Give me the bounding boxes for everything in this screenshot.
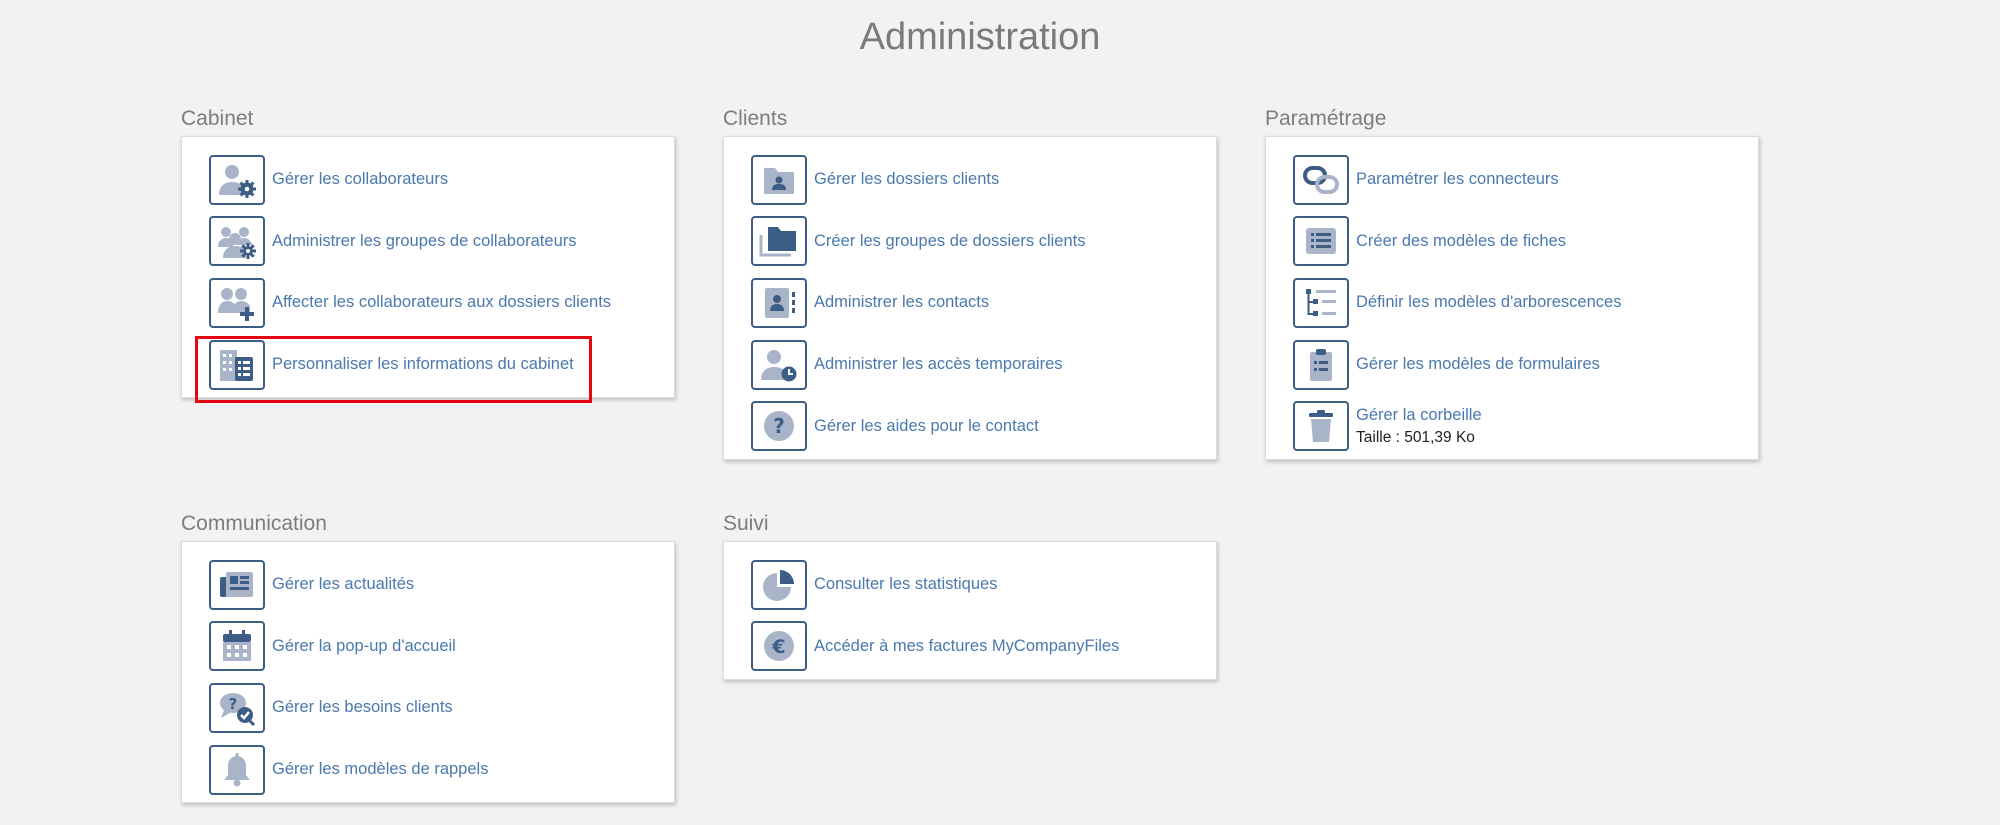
item-label: Gérer les dossiers clients bbox=[814, 170, 1000, 189]
svg-text:?: ? bbox=[229, 695, 238, 713]
card-communication: Gérer les actualités Gérer la pop-up d'a… bbox=[181, 541, 675, 804]
item-label: Gérer la corbeille bbox=[1356, 405, 1482, 424]
item-label: Administrer les groupes de collaborateur… bbox=[272, 231, 577, 250]
item-label: Gérer les collaborateurs bbox=[272, 170, 449, 189]
bell-icon bbox=[209, 744, 265, 795]
folders-icon bbox=[751, 216, 807, 267]
item-modeles-formulaires[interactable]: Gérer les modèles de formulaires bbox=[1293, 334, 1758, 396]
card-parametrage: Paramétrer les connecteurs Créer des mod… bbox=[1265, 136, 1759, 460]
clipboard-icon bbox=[1293, 339, 1349, 390]
users-gear-icon bbox=[209, 216, 265, 267]
section-cabinet: Cabinet Gérer les collaborateurs Adminis… bbox=[181, 106, 675, 403]
item-besoins-clients[interactable]: ? Gérer les besoins clients bbox=[209, 677, 674, 739]
newspaper-icon bbox=[209, 559, 265, 610]
item-label: Gérer les aides pour le contact bbox=[814, 416, 1039, 435]
item-label: Créer les groupes de dossiers clients bbox=[814, 231, 1086, 250]
svg-text:€: € bbox=[771, 636, 785, 658]
section-suivi: Suivi Consulter les statistiques € Accéd… bbox=[723, 511, 1217, 681]
user-clock-icon bbox=[751, 339, 807, 390]
list-card-icon bbox=[1293, 216, 1349, 267]
page-title: Administration bbox=[859, 16, 1101, 58]
item-label: Personnaliser les informations du cabine… bbox=[272, 355, 574, 374]
item-groupes-dossiers[interactable]: Créer les groupes de dossiers clients bbox=[751, 211, 1216, 273]
item-label: Créer des modèles de fiches bbox=[1356, 231, 1567, 250]
item-actualites[interactable]: Gérer les actualités bbox=[209, 554, 674, 616]
folder-user-icon bbox=[751, 154, 807, 205]
item-label: Gérer les modèles de formulaires bbox=[1356, 355, 1600, 374]
item-label: Administrer les contacts bbox=[814, 293, 990, 312]
item-label: Accéder à mes factures MyCompanyFiles bbox=[814, 636, 1120, 655]
item-label: Affecter les collaborateurs aux dossiers… bbox=[272, 293, 612, 312]
trash-icon bbox=[1293, 401, 1349, 452]
item-aides-contact[interactable]: ? Gérer les aides pour le contact bbox=[751, 395, 1216, 457]
item-label: Gérer les actualités bbox=[272, 575, 415, 594]
item-statistiques[interactable]: Consulter les statistiques bbox=[751, 554, 1216, 616]
question-circle-icon: ? bbox=[751, 401, 807, 452]
item-affecter-collaborateurs[interactable]: Affecter les collaborateurs aux dossiers… bbox=[209, 272, 674, 334]
item-label: Gérer les modèles de rappels bbox=[272, 760, 489, 779]
user-gear-icon bbox=[209, 154, 265, 205]
item-contacts[interactable]: Administrer les contacts bbox=[751, 272, 1216, 334]
item-modeles-arborescences[interactable]: Définir les modèles d'arborescences bbox=[1293, 272, 1758, 334]
section-clients: Clients Gérer les dossiers clients Créer… bbox=[723, 106, 1217, 460]
section-title-communication: Communication bbox=[181, 512, 327, 535]
trash-size-text: Taille : 501,39 Ko bbox=[1356, 428, 1475, 446]
item-popup-accueil[interactable]: Gérer la pop-up d'accueil bbox=[209, 616, 674, 678]
calendar-icon bbox=[209, 621, 265, 672]
item-corbeille[interactable]: Gérer la corbeille Taille : 501,39 Ko bbox=[1293, 395, 1758, 457]
item-label: Paramétrer les connecteurs bbox=[1356, 170, 1559, 189]
item-factures[interactable]: € Accéder à mes factures MyCompanyFiles bbox=[751, 616, 1216, 678]
euro-icon: € bbox=[751, 621, 807, 672]
users-plus-icon bbox=[209, 277, 265, 328]
item-groupes-collaborateurs[interactable]: Administrer les groupes de collaborateur… bbox=[209, 211, 674, 273]
section-communication: Communication Gérer les actualités Gérer… bbox=[181, 511, 675, 804]
pie-chart-icon bbox=[751, 559, 807, 610]
item-label: Consulter les statistiques bbox=[814, 575, 998, 594]
item-connecteurs[interactable]: Paramétrer les connecteurs bbox=[1293, 149, 1758, 211]
item-dossiers-clients[interactable]: Gérer les dossiers clients bbox=[751, 149, 1216, 211]
item-label: Gérer les besoins clients bbox=[272, 698, 453, 717]
item-label: Définir les modèles d'arborescences bbox=[1356, 293, 1622, 312]
item-label: Administrer les accès temporaires bbox=[814, 355, 1063, 374]
chat-question-icon: ? bbox=[209, 682, 265, 733]
building-list-icon bbox=[209, 339, 265, 390]
section-title-clients: Clients bbox=[723, 107, 788, 130]
item-acces-temporaires[interactable]: Administrer les accès temporaires bbox=[751, 334, 1216, 396]
card-suivi: Consulter les statistiques € Accéder à m… bbox=[723, 541, 1217, 681]
section-title-parametrage: Paramétrage bbox=[1265, 107, 1387, 130]
item-modeles-rappels[interactable]: Gérer les modèles de rappels bbox=[209, 739, 674, 801]
item-gerer-collaborateurs[interactable]: Gérer les collaborateurs bbox=[209, 149, 674, 211]
card-clients: Gérer les dossiers clients Créer les gro… bbox=[723, 136, 1217, 460]
section-title-cabinet: Cabinet bbox=[181, 107, 254, 130]
section-title-suivi: Suivi bbox=[723, 512, 769, 535]
section-parametrage: Paramétrage Paramétrer les connecteurs C… bbox=[1265, 106, 1759, 460]
svg-text:?: ? bbox=[773, 414, 785, 438]
link-icon bbox=[1293, 154, 1349, 205]
item-modeles-fiches[interactable]: Créer des modèles de fiches bbox=[1293, 211, 1758, 273]
item-personnaliser-cabinet[interactable]: Personnaliser les informations du cabine… bbox=[195, 334, 674, 403]
tree-list-icon bbox=[1293, 277, 1349, 328]
item-label: Gérer la pop-up d'accueil bbox=[272, 636, 456, 655]
contact-card-icon bbox=[751, 277, 807, 328]
card-cabinet: Gérer les collaborateurs Administrer les… bbox=[181, 136, 675, 403]
